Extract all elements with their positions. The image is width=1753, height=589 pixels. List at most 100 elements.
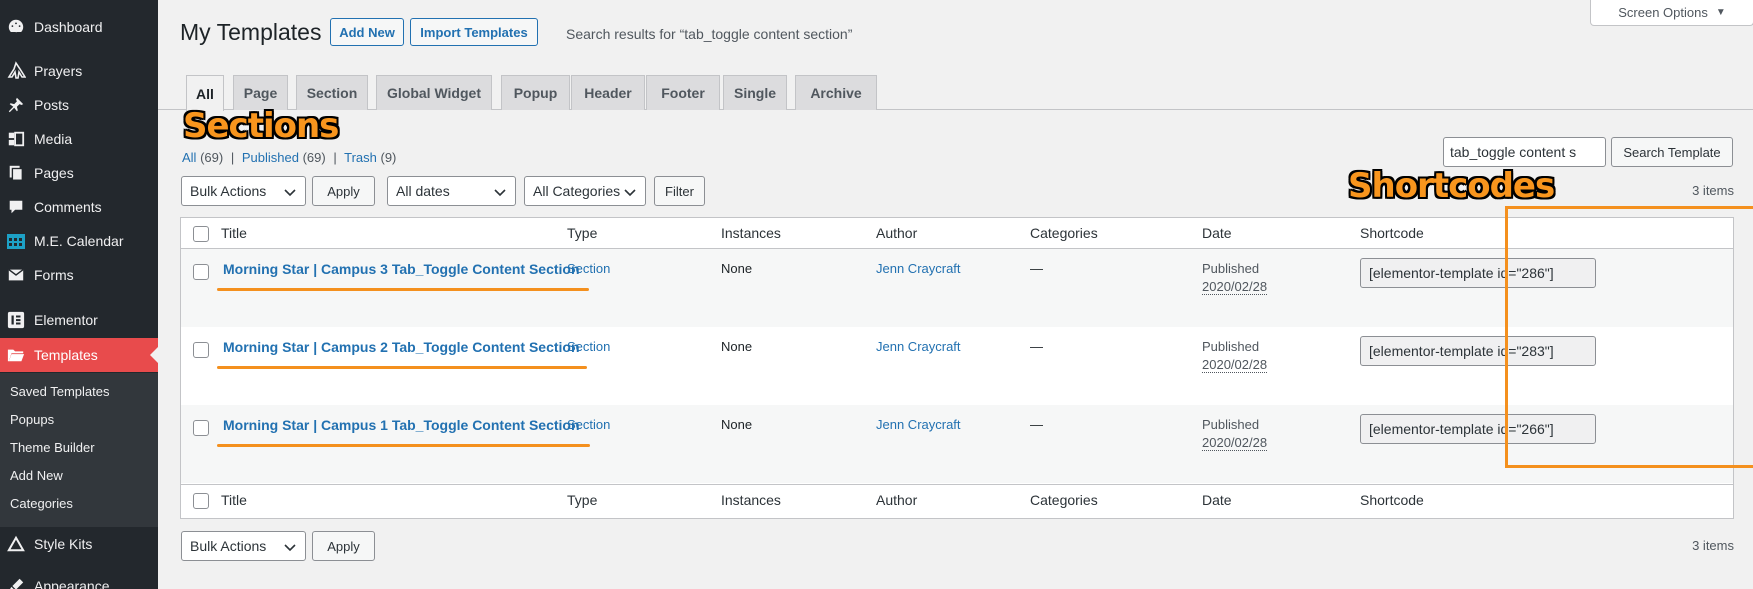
status-filter-links: All (69) | Published (69) | Trash (9) [182,150,396,165]
filter-all-link[interactable]: All [182,150,196,165]
bulk-actions-select-bottom[interactable]: Bulk Actions [181,531,306,561]
sidebar-item-label: Elementor [34,312,98,328]
filter-button[interactable]: Filter [654,176,705,206]
chevron-down-icon [624,189,636,197]
forms-icon [6,265,26,285]
apply-button-bottom[interactable]: Apply [312,531,375,561]
type-link[interactable]: Section [567,339,610,354]
sidebar-item-label: Comments [34,199,102,215]
filter-published-link[interactable]: Published [242,150,299,165]
submenu-theme-builder[interactable]: Theme Builder [10,440,95,455]
sidebar-item-forms[interactable]: Forms [0,264,158,286]
template-title-link[interactable]: Morning Star | Campus 3 Tab_Toggle Conte… [223,261,580,277]
sidebar-item-label: Templates [34,347,98,363]
title-underline-annotation [217,288,589,291]
submenu-categories[interactable]: Categories [10,496,73,511]
type-link[interactable]: Section [567,417,610,432]
sidebar-item-label: Appearance [34,578,110,589]
submenu-saved-templates[interactable]: Saved Templates [10,384,110,399]
submenu-add-new[interactable]: Add New [10,468,63,483]
sidebar-item-appearance[interactable]: Appearance [0,575,158,589]
categories-value: — [1030,417,1043,432]
tab-footer[interactable]: Footer [646,75,720,110]
author-link[interactable]: Jenn Craycraft [876,339,961,354]
table-footer-row: Title Type Instances Author Categories D… [180,485,1734,519]
date-value: 2020/02/28 [1202,435,1268,451]
dates-filter-select[interactable]: All dates [387,176,516,206]
date-value: 2020/02/28 [1202,279,1268,295]
screen-options-button[interactable]: Screen Options ▼ [1590,0,1753,26]
sidebar-item-label: Posts [34,97,70,113]
filter-trash-count: (9) [380,150,397,165]
column-type-footer: Type [567,492,598,508]
author-link[interactable]: Jenn Craycraft [876,261,961,276]
status-text: Published [1202,339,1260,354]
sidebar-item-elementor[interactable]: Elementor [0,309,158,331]
table-row: Morning Star | Campus 1 Tab_Toggle Conte… [181,405,1733,483]
row-checkbox[interactable] [193,264,209,280]
select-all-checkbox[interactable] [193,226,209,242]
select-all-checkbox-bottom[interactable] [193,493,209,509]
tab-page[interactable]: Page [233,75,288,110]
tab-popup[interactable]: Popup [501,75,570,110]
templates-submenu: Saved Templates Popups Theme Builder Add… [0,373,158,527]
tab-single[interactable]: Single [723,75,787,110]
sidebar-item-label: Pages [34,165,74,181]
shortcodes-annotation-box [1505,206,1753,468]
tab-header[interactable]: Header [571,75,645,110]
sidebar-item-calendar[interactable]: M.E. Calendar [0,230,158,252]
sidebar-item-templates[interactable]: Templates [0,338,158,372]
filter-trash-link[interactable]: Trash [344,150,377,165]
column-shortcode-header: Shortcode [1360,225,1424,241]
categories-filter-value: All Categories [533,183,621,199]
stylekits-icon [6,534,26,554]
column-date-header[interactable]: Date [1202,225,1232,241]
sidebar-item-dashboard[interactable]: Dashboard [0,16,158,38]
search-templates-input[interactable]: tab_toggle content s [1443,137,1606,167]
sidebar-item-label: Prayers [34,63,83,79]
sidebar-item-label: Dashboard [34,19,103,35]
type-link[interactable]: Section [567,261,610,276]
submenu-popups[interactable]: Popups [10,412,54,427]
row-checkbox[interactable] [193,342,209,358]
pages-icon [6,163,26,183]
table-row: Morning Star | Campus 2 Tab_Toggle Conte… [181,327,1733,405]
import-templates-button[interactable]: Import Templates [410,18,538,46]
sidebar-item-media[interactable]: Media [0,128,158,150]
search-template-button[interactable]: Search Template [1611,137,1733,167]
template-title-link[interactable]: Morning Star | Campus 1 Tab_Toggle Conte… [223,417,580,433]
apply-button[interactable]: Apply [312,176,375,206]
column-title-footer[interactable]: Title [221,492,247,508]
dates-filter-value: All dates [396,183,450,199]
sidebar-item-style-kits[interactable]: Style Kits [0,533,158,555]
column-title-header[interactable]: Title [221,225,247,241]
sidebar-item-comments[interactable]: Comments [0,196,158,218]
column-categories-footer: Categories [1030,492,1098,508]
admin-sidebar: Dashboard Prayers Posts Media Pages Comm… [0,0,158,589]
sidebar-item-pages[interactable]: Pages [0,162,158,184]
add-new-button[interactable]: Add New [330,18,404,46]
tab-section[interactable]: Section [296,75,368,110]
sidebar-item-prayers[interactable]: Prayers [0,60,158,82]
tab-global-widget[interactable]: Global Widget [376,75,492,110]
status-text: Published [1202,261,1260,276]
column-type-header: Type [567,225,598,241]
column-instances-header: Instances [721,225,781,241]
author-link[interactable]: Jenn Craycraft [876,417,961,432]
categories-filter-select[interactable]: All Categories [524,176,646,206]
column-date-footer[interactable]: Date [1202,492,1232,508]
media-icon [6,129,26,149]
tab-archive[interactable]: Archive [795,75,877,110]
items-count-bottom: 3 items [1692,538,1734,553]
sidebar-item-posts[interactable]: Posts [0,94,158,116]
dashboard-icon [6,17,26,37]
instances-value: None [721,339,753,354]
comments-icon [6,197,26,217]
template-title-link[interactable]: Morning Star | Campus 2 Tab_Toggle Conte… [223,339,580,355]
separator: | [230,150,235,165]
bulk-actions-select[interactable]: Bulk Actions [181,176,306,206]
row-checkbox[interactable] [193,420,209,436]
column-author-footer: Author [876,492,918,508]
instances-value: None [721,417,753,432]
instances-value: None [721,261,753,276]
